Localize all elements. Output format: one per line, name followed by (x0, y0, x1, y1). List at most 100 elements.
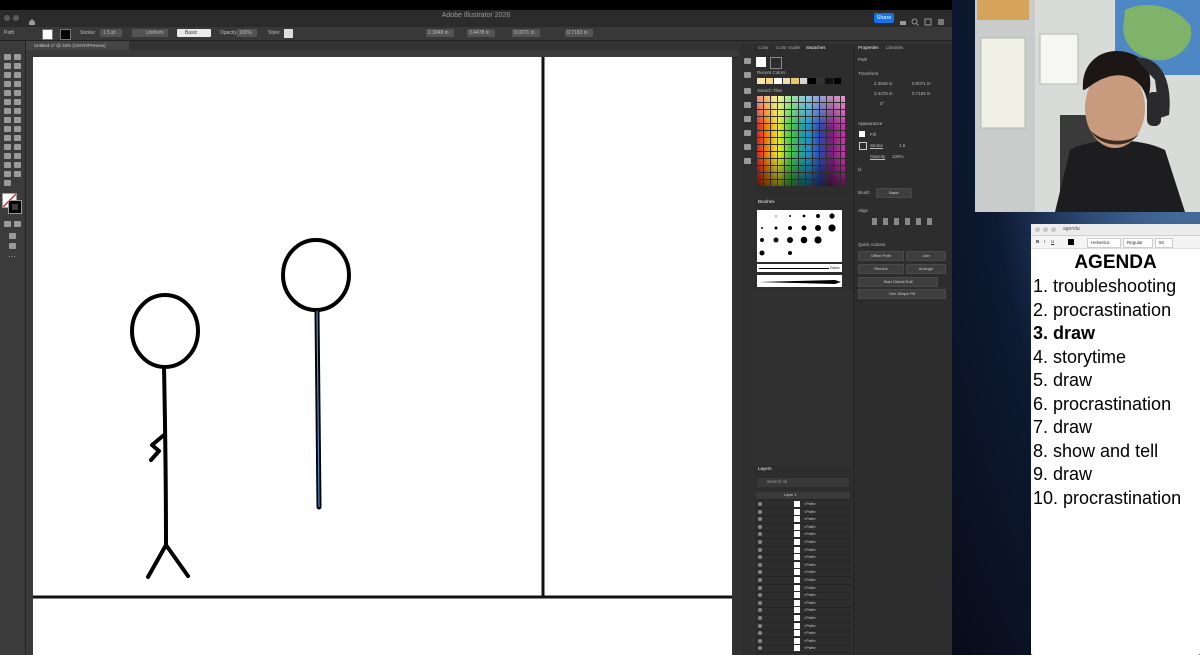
shaper-tool-icon[interactable] (4, 99, 11, 105)
visibility-eye-icon[interactable] (758, 578, 762, 582)
visibility-eye-icon[interactable] (758, 638, 762, 643)
visibility-eye-icon[interactable] (758, 646, 762, 651)
document-tab[interactable]: Untitled-1* @ 33% (CMYK/Preview) (26, 41, 129, 50)
rotate-tool-icon[interactable] (14, 108, 21, 114)
free-transform-tool-icon[interactable] (4, 126, 11, 132)
mesh-tool-icon[interactable] (14, 135, 21, 141)
rectangle-tool-icon[interactable] (4, 90, 11, 96)
text-color-swatch[interactable] (1068, 239, 1074, 245)
tab-color-guide[interactable]: Color Guide (776, 45, 800, 50)
offset-path-button[interactable]: Offset Path (858, 251, 904, 261)
opacity-label[interactable]: Opacity (870, 154, 885, 159)
recent-colors-row[interactable] (757, 78, 841, 84)
visibility-eye-icon[interactable] (758, 532, 762, 537)
stick-figure-right-selected[interactable] (281, 238, 351, 510)
font-family-select[interactable]: Helvetica (1087, 238, 1121, 248)
h-field[interactable]: 0.7183 in (565, 29, 593, 37)
stroke-color-icon[interactable] (8, 200, 22, 214)
workspace-icon[interactable] (924, 13, 932, 26)
selected-head[interactable] (281, 238, 351, 312)
visibility-eye-icon[interactable] (758, 524, 762, 529)
magic-wand-tool-icon[interactable] (4, 63, 11, 69)
recolor-button[interactable]: Recolor (858, 264, 904, 274)
underline-button[interactable]: U (1051, 239, 1054, 244)
layer-1-row[interactable]: Layer 1 (756, 492, 850, 500)
swatches-panel-icon[interactable] (744, 88, 751, 94)
stroke-profile-select[interactable]: Uniform (132, 29, 168, 37)
arrange-documents-icon[interactable] (937, 13, 945, 25)
direct-selection-tool-icon[interactable] (14, 54, 21, 60)
gradient-panel-icon[interactable] (744, 144, 751, 150)
gift-icon[interactable] (899, 13, 907, 25)
width-tool-icon[interactable] (14, 117, 21, 123)
share-button[interactable]: Share (874, 13, 894, 23)
eyedropper-tool-icon[interactable] (14, 144, 21, 150)
layer-path-row[interactable]: <Path> (756, 645, 850, 654)
brush-select[interactable]: Basic (876, 188, 912, 198)
hand-tool-icon[interactable] (14, 171, 21, 177)
visibility-eye-icon[interactable] (758, 608, 762, 613)
stroke-weight-field[interactable]: 1.5 pt (100, 29, 122, 37)
symbol-sprayer-tool-icon[interactable] (14, 153, 21, 159)
join-button[interactable]: Join (906, 251, 946, 261)
fill-appearance-swatch[interactable] (859, 131, 865, 137)
font-size-field[interactable]: 50 (1155, 238, 1173, 248)
curvature-tool-icon[interactable] (14, 72, 21, 78)
stroke-panel-icon[interactable] (744, 130, 751, 136)
swatch-stroke-icon[interactable] (770, 57, 782, 69)
scale-tool-icon[interactable] (4, 117, 11, 123)
stick-figure-arm[interactable] (149, 433, 166, 462)
w-field[interactable]: 0.0071 in (512, 29, 540, 37)
line-tool-icon[interactable] (14, 81, 21, 87)
visibility-eye-icon[interactable] (758, 593, 762, 598)
bold-button[interactable]: B (1036, 239, 1039, 244)
zoom-tool-icon[interactable] (4, 180, 11, 186)
search-icon[interactable] (911, 13, 919, 26)
tab-libraries[interactable]: Libraries (886, 45, 903, 50)
stick-figure-legs[interactable] (146, 543, 190, 579)
vertical-ruler[interactable] (26, 57, 33, 655)
swatch-fill-icon[interactable] (756, 57, 766, 67)
tapered-brush[interactable] (757, 275, 842, 287)
fx-button[interactable]: fx (858, 167, 862, 172)
color-panel-icon[interactable] (744, 58, 751, 64)
transform-angle[interactable]: 0° (880, 101, 884, 106)
pencil-tool-icon[interactable] (14, 99, 21, 105)
pen-tool-icon[interactable] (4, 72, 11, 78)
visibility-eye-icon[interactable] (758, 517, 762, 522)
transform-w[interactable]: 0.0071 in (912, 81, 931, 86)
artboard-canvas[interactable] (33, 57, 732, 655)
fill-swatch[interactable] (42, 29, 53, 40)
transparency-panel-icon[interactable] (744, 158, 751, 164)
paintbrush-tool-icon[interactable] (14, 90, 21, 96)
stick-figure-left[interactable] (130, 293, 200, 579)
selection-tool-icon[interactable] (4, 54, 11, 60)
layers-search-field[interactable]: Search All (757, 478, 849, 487)
arrange-button[interactable]: Arrange (906, 264, 946, 274)
artwork[interactable] (33, 57, 732, 655)
opacity-value[interactable]: 100% (892, 154, 904, 159)
stick-figure-body[interactable] (162, 365, 168, 549)
stroke-value[interactable]: 1.5 (899, 143, 905, 148)
agenda-close-button[interactable] (1035, 227, 1040, 232)
transform-x[interactable]: 2.3848 in (874, 81, 893, 86)
visibility-eye-icon[interactable] (758, 585, 762, 590)
visibility-eye-icon[interactable] (758, 540, 762, 544)
visibility-eye-icon[interactable] (758, 555, 762, 560)
y-field[interactable]: 3.4478 in (467, 29, 495, 37)
swatch-grid[interactable] (757, 96, 845, 186)
symbols-panel-icon[interactable] (744, 116, 751, 122)
tab-color[interactable]: Color (758, 45, 769, 50)
stroke-appearance-swatch[interactable] (859, 142, 867, 150)
basic-brush[interactable]: Basic (757, 264, 842, 272)
agenda-zoom-button[interactable] (1051, 227, 1056, 232)
eraser-tool-icon[interactable] (4, 108, 11, 114)
draw-mode-icon[interactable] (9, 233, 16, 239)
style-swatch[interactable] (284, 29, 293, 38)
font-style-select[interactable]: Regular (1123, 238, 1153, 248)
color-mode-icon[interactable] (4, 221, 11, 227)
screen-mode-icon[interactable] (9, 243, 16, 249)
lasso-tool-icon[interactable] (14, 63, 21, 69)
visibility-eye-icon[interactable] (758, 600, 762, 605)
more-tools-icon[interactable]: ⋯ (8, 252, 16, 261)
